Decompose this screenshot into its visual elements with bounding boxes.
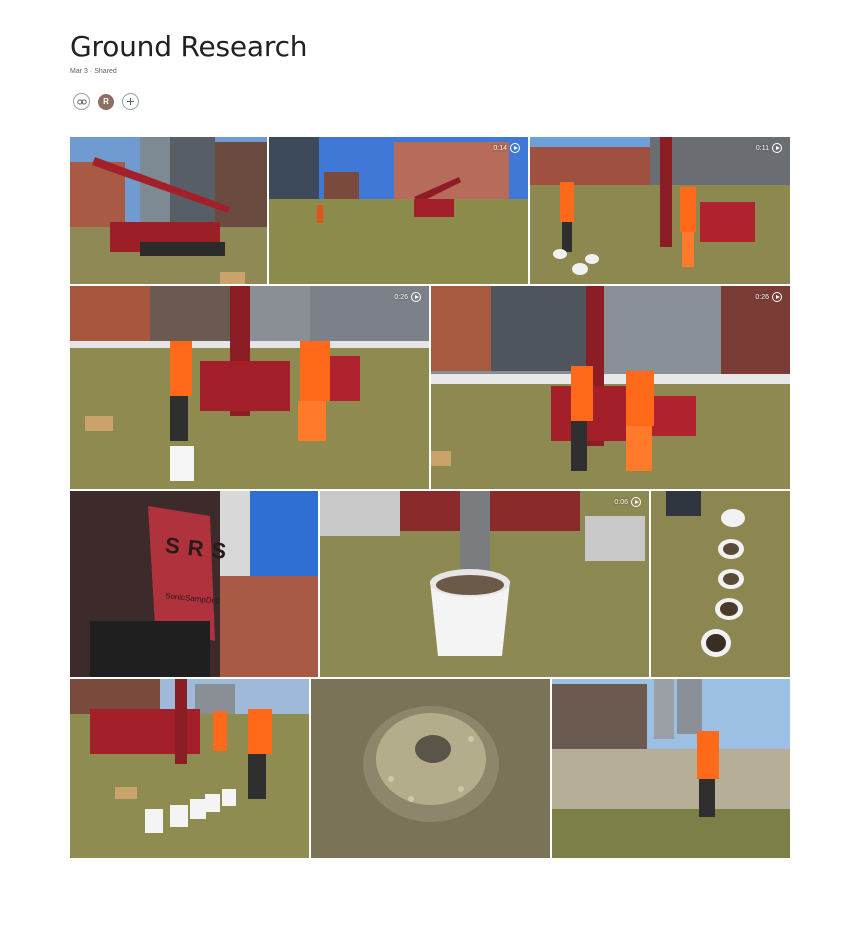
play-icon xyxy=(772,292,782,302)
photo-tile[interactable]: SRS SonicSampDrill xyxy=(70,491,318,677)
photo-tile[interactable] xyxy=(552,679,790,858)
album-title: Ground Research xyxy=(70,30,308,63)
photo-tile[interactable] xyxy=(70,679,309,858)
play-icon xyxy=(772,143,782,153)
duration-label: 0:06 xyxy=(614,498,628,506)
buckets-line-image xyxy=(70,679,309,858)
photo-tile[interactable]: 0:26 xyxy=(70,286,429,489)
duration-label: 0:14 xyxy=(493,144,507,152)
add-people-button[interactable] xyxy=(122,93,139,110)
share-link-button[interactable] xyxy=(73,93,90,110)
photo-tile[interactable] xyxy=(311,679,550,858)
video-duration: 0:14 xyxy=(493,143,520,153)
link-icon xyxy=(76,99,87,104)
video-duration: 0:26 xyxy=(394,292,421,302)
workers-rig-image-1 xyxy=(70,286,429,489)
soil-pellets-image xyxy=(311,679,550,858)
sonicsampdrill-sign-image xyxy=(70,491,318,677)
drill-rig-image xyxy=(70,137,267,284)
photo-tile[interactable]: 0:26 xyxy=(431,286,790,489)
play-icon xyxy=(411,292,421,302)
worker-lot-image xyxy=(552,679,790,858)
field-wide-image xyxy=(269,137,528,284)
album-date: Mar 3 xyxy=(70,68,88,75)
duration-label: 0:26 xyxy=(755,293,769,301)
video-duration: 0:06 xyxy=(614,497,641,507)
video-duration: 0:26 xyxy=(755,292,782,302)
album-actions: R xyxy=(73,93,139,110)
album-status: Shared xyxy=(94,68,117,75)
photo-tile[interactable]: 0:14 xyxy=(269,137,528,284)
bucket-sample-image xyxy=(320,491,649,677)
video-duration: 0:11 xyxy=(756,143,782,153)
workers-rig-image-2 xyxy=(431,286,790,489)
plus-icon xyxy=(127,98,134,105)
photo-tile[interactable]: 0:11 xyxy=(530,137,790,284)
photo-tile[interactable] xyxy=(651,491,790,677)
sample-row-image xyxy=(651,491,790,677)
album-meta: Mar 3 · Shared xyxy=(70,68,117,75)
workers-buckets-image xyxy=(530,137,790,284)
duration-label: 0:11 xyxy=(755,144,769,152)
play-icon xyxy=(631,497,641,507)
duration-label: 0:26 xyxy=(394,293,408,301)
photo-tile[interactable] xyxy=(70,137,267,284)
meta-separator: · xyxy=(89,68,93,75)
play-icon xyxy=(510,143,520,153)
avatar[interactable]: R xyxy=(98,93,114,110)
photo-tile[interactable]: 0:06 xyxy=(320,491,649,677)
